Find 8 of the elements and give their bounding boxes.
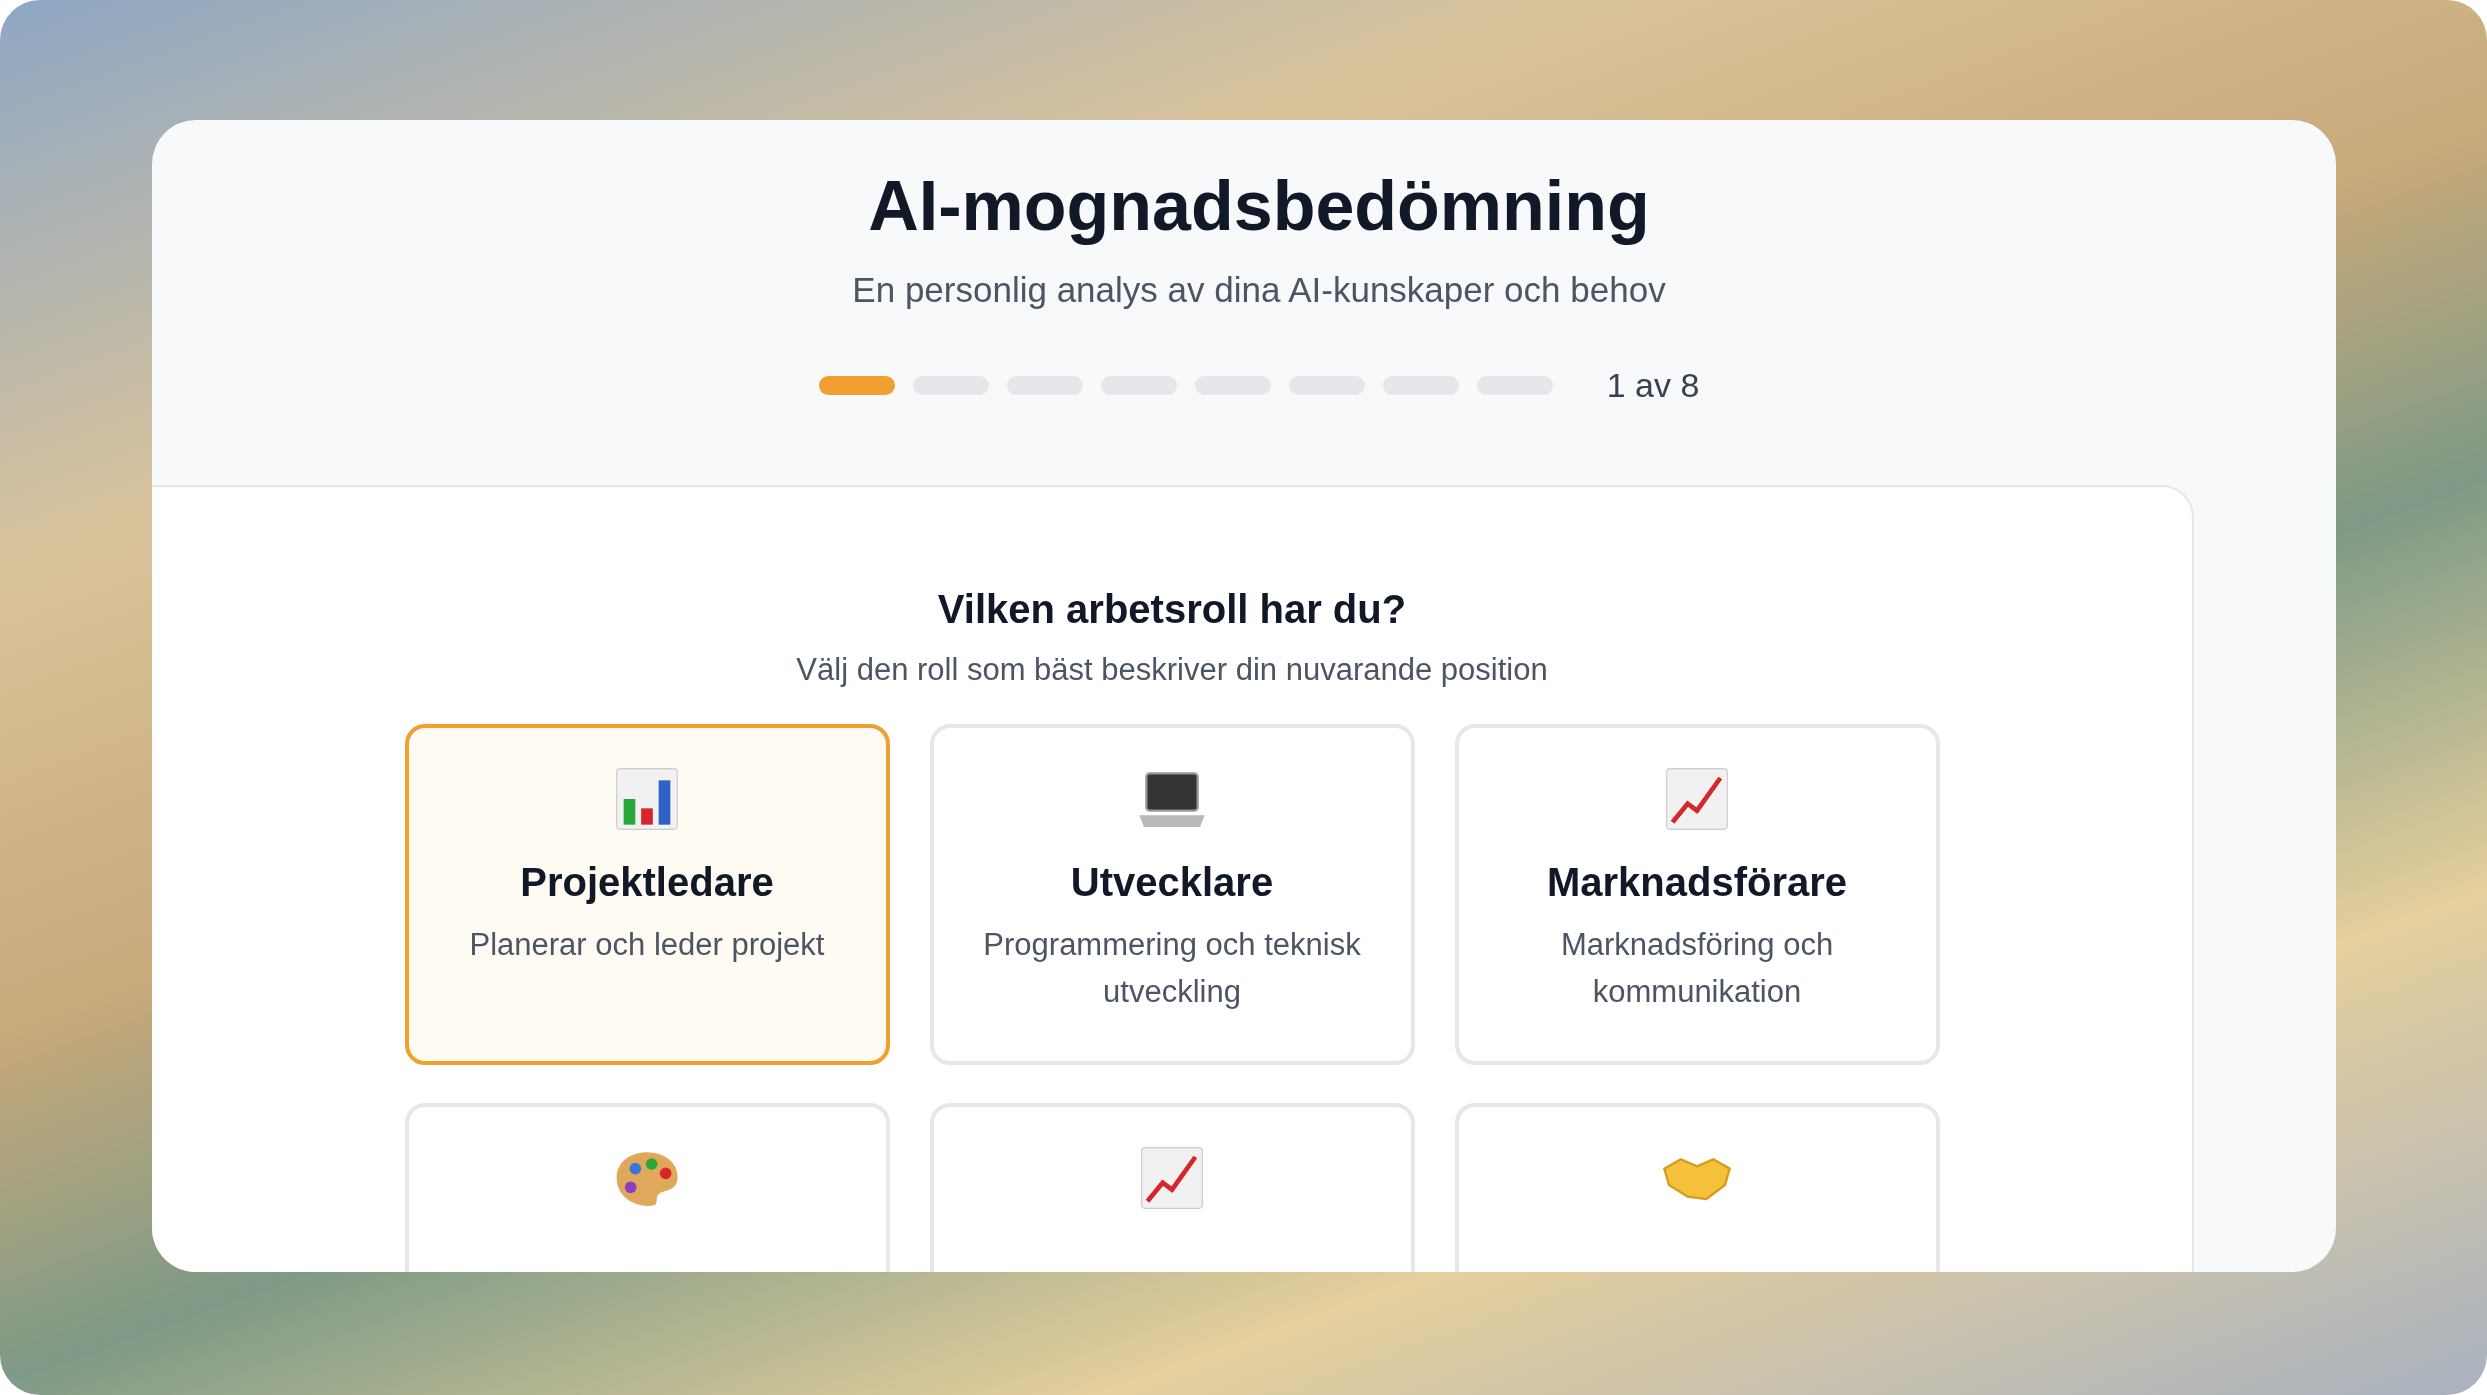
role-option[interactable]: Utvecklare Programmering och teknisk utveckling <box>929 724 1415 1065</box>
question-hint: Välj den roll som bäst beskriver din nuvarande position <box>796 652 1548 688</box>
page-title: AI-mognadsbedömning <box>868 166 1650 246</box>
progress-label: 1 av 8 <box>1606 366 1700 405</box>
role-option[interactable]: Projektledare Planerar och leder projekt <box>404 724 890 1065</box>
page-subtitle: En personlig analys av dina AI-kunskaper och behov <box>852 270 1666 310</box>
role-option[interactable]: Marknadsförare Marknadsföring och kommunikation <box>1454 724 1940 1065</box>
question-title: Vilken arbetsroll har du? <box>937 587 1407 632</box>
